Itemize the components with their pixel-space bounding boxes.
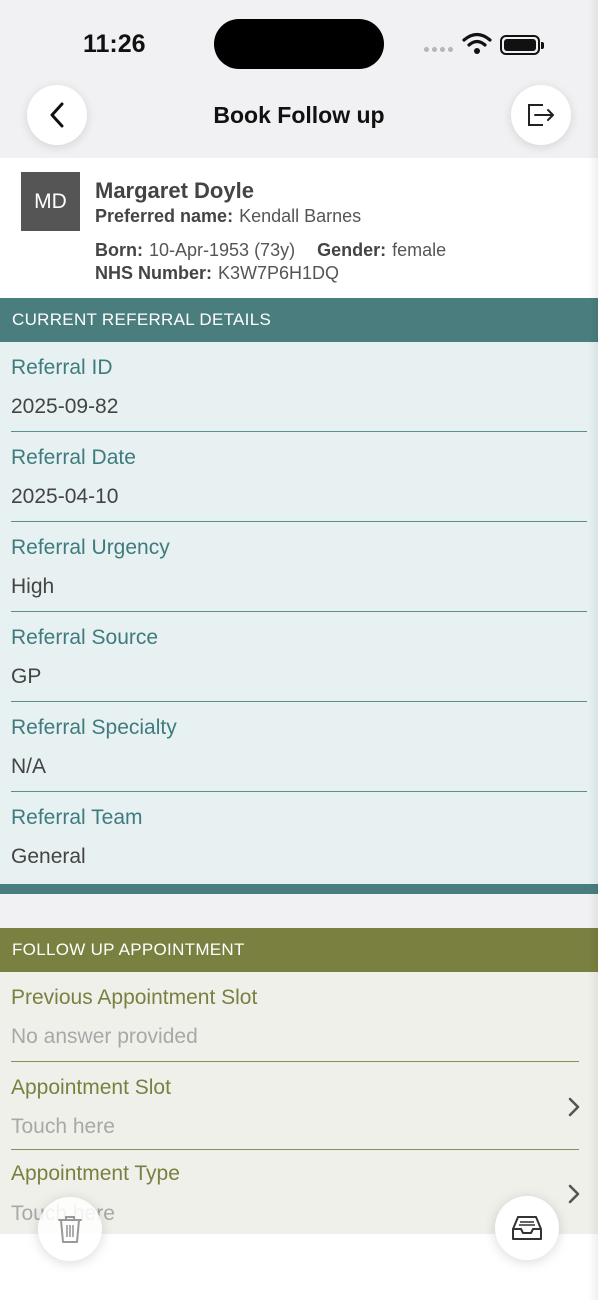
field-value: 2025-09-82 — [11, 395, 119, 418]
nav-bar: Book Follow up — [0, 84, 598, 158]
gender-label: Gender: — [317, 240, 387, 260]
field-value: General — [11, 845, 86, 868]
inbox-button[interactable] — [495, 1196, 559, 1260]
previous-appointment-slot-field: Previous Appointment Slot No answer prov… — [11, 972, 579, 1062]
field-label: Referral Urgency — [11, 536, 170, 559]
preferred-name-line: Preferred name: Kendall Barnes — [95, 206, 361, 227]
field-label: Appointment Type — [11, 1162, 180, 1185]
followup-details: Previous Appointment Slot No answer prov… — [0, 972, 598, 1234]
field-label: Referral Specialty — [11, 716, 177, 739]
nhs-number-line: NHS Number: K3W7P6H1DQ — [95, 263, 339, 284]
field-label: Referral Team — [11, 806, 143, 829]
nhs-number-label: NHS Number: — [95, 263, 213, 283]
referral-details: Referral ID 2025-09-82 Referral Date 202… — [0, 342, 598, 884]
trash-icon — [58, 1216, 82, 1243]
born-value: 10-Apr-1953 (73y) — [149, 240, 296, 260]
patient-banner: MD Margaret Doyle Preferred name: Kendall… — [0, 158, 598, 298]
preferred-name-value: Kendall Barnes — [239, 206, 362, 226]
status-bar: 11:26 — [0, 0, 598, 84]
field-label: Appointment Slot — [11, 1076, 171, 1099]
field-value: GP — [11, 665, 42, 688]
referral-urgency-field: Referral Urgency High — [11, 522, 587, 612]
referral-section-footer — [0, 884, 598, 894]
inbox-icon — [512, 1216, 542, 1240]
referral-specialty-field: Referral Specialty N/A — [11, 702, 587, 792]
nhs-number-value: K3W7P6H1DQ — [218, 263, 340, 283]
field-value: 2025-04-10 — [11, 485, 119, 508]
field-label: Referral Source — [11, 626, 159, 649]
born-gender-line: Born: 10-Apr-1953 (73y) Gender: female — [95, 240, 446, 261]
field-label: Referral Date — [11, 446, 136, 469]
preferred-name-label: Preferred name: — [95, 206, 234, 226]
patient-name: Margaret Doyle — [95, 178, 254, 203]
battery-icon — [500, 35, 544, 55]
referral-source-field: Referral Source GP — [11, 612, 587, 702]
dynamic-island — [214, 19, 384, 69]
page-title: Book Follow up — [213, 102, 385, 128]
appointment-slot-field[interactable]: Appointment Slot Touch here — [11, 1062, 580, 1150]
avatar: MD — [21, 172, 80, 231]
wifi-icon — [462, 32, 492, 54]
field-value: No answer provided — [11, 1025, 198, 1048]
born-label: Born: — [95, 240, 143, 260]
referral-id-field: Referral ID 2025-09-82 — [11, 342, 587, 432]
field-value: N/A — [11, 755, 47, 778]
field-label: Previous Appointment Slot — [11, 986, 258, 1009]
referral-team-field: Referral Team General — [11, 792, 587, 882]
delete-button[interactable] — [38, 1197, 102, 1261]
referral-section-header: CURRENT REFERRAL DETAILS — [0, 298, 598, 342]
referral-date-field: Referral Date 2025-04-10 — [11, 432, 587, 522]
exit-button[interactable] — [511, 85, 571, 145]
field-value: High — [11, 575, 55, 598]
followup-section-header: FOLLOW UP APPOINTMENT — [0, 928, 598, 972]
chevron-right-icon — [568, 1097, 580, 1117]
signal-icon — [424, 47, 453, 52]
field-value: Touch here — [11, 1115, 115, 1138]
status-time: 11:26 — [83, 30, 146, 58]
exit-icon — [528, 104, 554, 126]
field-label: Referral ID — [11, 356, 113, 379]
chevron-right-icon — [568, 1184, 580, 1204]
gender-value: female — [392, 240, 447, 260]
